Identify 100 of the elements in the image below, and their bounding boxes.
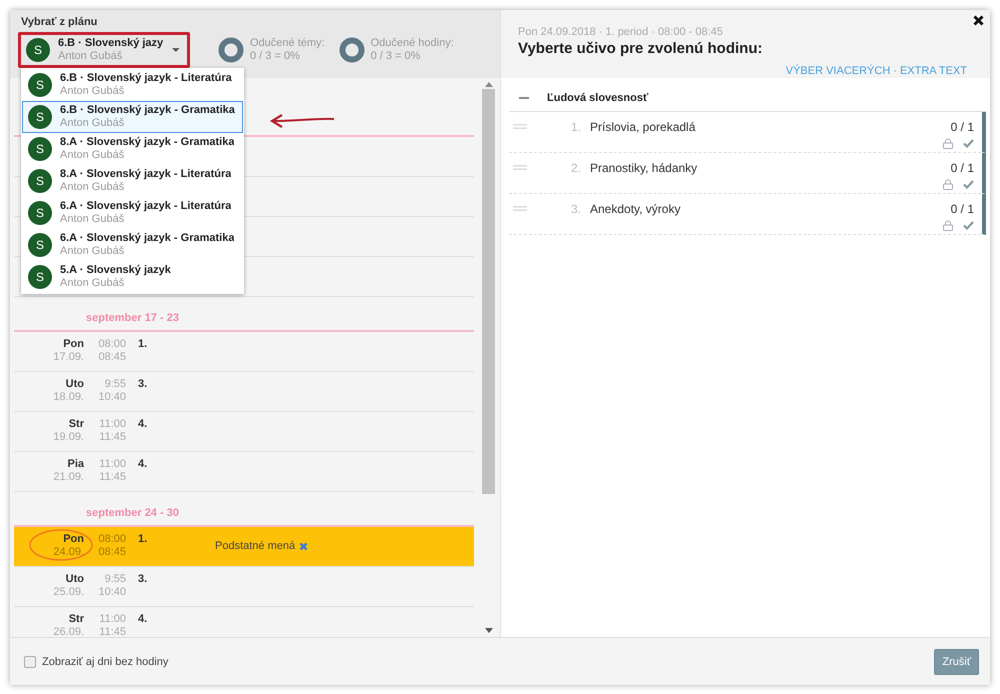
annotation-arrow <box>268 113 336 129</box>
lesson-row[interactable]: Pon 17.09. 08:00 08:45 1. <box>14 332 474 372</box>
day-name: Pia <box>67 458 84 471</box>
scroll-down-icon[interactable] <box>484 628 492 633</box>
end-time: 08:45 <box>98 546 126 559</box>
day-name: Pon <box>63 338 84 351</box>
teacher-name: Anton Gubáš <box>60 277 126 290</box>
period-number: 4. <box>138 418 148 432</box>
dropdown-option[interactable]: S 6.A · Slovenský jazyk - Literatúra Anton Gubáš <box>22 197 243 229</box>
item-number: 2. <box>570 161 581 177</box>
day-name: Pon <box>63 533 84 546</box>
dropdown-option[interactable]: S 8.A · Slovenský jazyk - Literatúra Anton Gubáš <box>22 165 243 197</box>
dropdown-option[interactable]: S 6.B · Slovenský jazyk - Literatúra Anton Gubáš <box>22 69 243 101</box>
lesson-count: 0 / 1 <box>950 161 974 175</box>
end-time: 10:40 <box>98 586 126 599</box>
subtopic-title: Príslovia, porekadlá <box>590 120 696 136</box>
lesson-date: 21.09. <box>53 471 84 484</box>
option-title: 8.A · Slovenský jazyk - Gramatika <box>60 136 234 149</box>
scrollbar-thumb[interactable] <box>482 89 495 494</box>
stat-value: 0 / 3 = 0% <box>370 50 422 63</box>
stat-value: 0 / 3 = 0% <box>250 50 301 63</box>
teacher-name: Anton Gubáš <box>60 85 126 98</box>
period-number: 3. <box>138 378 148 392</box>
end-time: 11:45 <box>99 431 126 444</box>
week-label: september 17 - 23 <box>86 312 179 324</box>
teacher-name: Anton Gubáš <box>60 181 126 194</box>
week-label: september 24 - 30 <box>86 507 179 519</box>
option-title: 6.B · Slovenský jazyk - Literatúra <box>60 72 232 85</box>
annotation-ellipse <box>28 528 94 562</box>
day-name: Str <box>68 418 84 431</box>
lesson-topic: Podstatné mená <box>215 540 296 553</box>
selected-plan-title: 6.B · Slovenský jazy <box>58 37 164 50</box>
lock-icon[interactable] <box>943 138 953 149</box>
lesson-row[interactable]: Pia 21.09. 11:00 11:45 4. <box>14 452 474 492</box>
dropdown-option[interactable]: S 6.B · Slovenský jazyk - Gramatika Anton Gubáš <box>22 101 243 133</box>
option-title: 6.B · Slovenský jazyk - Gramatika <box>60 104 235 117</box>
drag-handle-icon[interactable] <box>513 206 527 211</box>
start-time: 08:00 <box>98 533 126 546</box>
drag-handle-icon[interactable] <box>513 165 527 170</box>
avatar-icon: S <box>28 169 52 193</box>
start-time: 11:00 <box>99 418 126 431</box>
check-icon[interactable] <box>963 221 974 230</box>
end-time: 11:45 <box>99 626 126 637</box>
lesson-count: 0 / 1 <box>950 120 974 134</box>
progress-ring-icon <box>218 37 244 63</box>
period-number: 1. <box>138 338 148 352</box>
lesson-row[interactable]: Uto 25.09. 9:55 10:40 3. <box>14 567 474 607</box>
end-time: 08:45 <box>98 351 126 364</box>
show-days-checkbox[interactable]: Zobraziť aj dni bez hodiny <box>24 656 168 668</box>
lock-icon[interactable] <box>943 220 953 231</box>
stat-label: Odučené hodiny: <box>370 37 454 50</box>
drag-handle-icon[interactable] <box>513 124 527 129</box>
dropdown-option[interactable]: S 6.A · Slovenský jazyk - Gramatika Anton Gubáš <box>22 229 243 261</box>
end-time: 11:45 <box>99 471 126 484</box>
start-time: 11:00 <box>99 613 126 626</box>
lock-icon[interactable] <box>943 179 953 190</box>
dropdown-option[interactable]: S 8.A · Slovenský jazyk - Gramatika Anton Gubáš <box>22 133 243 165</box>
avatar-icon: S <box>28 201 52 225</box>
lesson-date: 19.09. <box>53 431 84 444</box>
remove-icon[interactable] <box>299 542 308 551</box>
day-name: Str <box>68 613 84 626</box>
teacher-name: Anton Gubáš <box>58 50 124 63</box>
dropdown-option[interactable]: S 5.A · Slovenský jazyk Anton Gubáš <box>22 261 243 293</box>
lesson-row[interactable]: Uto 18.09. 9:55 10:40 3. <box>14 372 474 412</box>
period-number: 3. <box>138 573 148 587</box>
check-icon[interactable] <box>963 139 974 148</box>
item-number: 1. <box>570 120 581 136</box>
topic-title: Ľudová slovesnosť <box>547 92 648 104</box>
period-number: 4. <box>138 458 148 472</box>
avatar-icon: S <box>26 38 50 62</box>
day-name: Uto <box>66 573 84 586</box>
option-title: 5.A · Slovenský jazyk <box>60 264 171 277</box>
end-time: 10:40 <box>98 391 126 404</box>
teacher-name: Anton Gubáš <box>60 213 126 226</box>
lesson-count: 0 / 1 <box>950 202 974 216</box>
check-icon[interactable] <box>963 180 974 189</box>
close-icon[interactable] <box>973 15 984 26</box>
avatar-icon: S <box>28 105 52 129</box>
plan-selector[interactable]: S 6.B · Slovenský jazy Anton Gubáš <box>26 36 184 64</box>
item-number: 3. <box>570 202 581 218</box>
caret-icon <box>172 48 180 52</box>
scroll-up-icon[interactable] <box>484 82 492 87</box>
lesson-info: Pon 24.09.2018 · 1. period · 08:00 - 08:45 <box>518 26 724 38</box>
lesson-date: 18.09. <box>53 391 84 404</box>
progress-ring-icon <box>338 37 365 63</box>
start-time: 08:00 <box>98 338 126 351</box>
lesson-row[interactable]: Pon 24.09. 08:00 08:45 1. Podstatné mená <box>14 527 474 567</box>
subtopic-title: Anekdoty, výroky <box>590 202 682 218</box>
avatar-icon: S <box>28 233 52 257</box>
lesson-row[interactable]: Str 26.09. 11:00 11:45 4. <box>14 607 474 637</box>
start-time: 9:55 <box>104 573 126 586</box>
day-name: Uto <box>66 378 84 391</box>
stat-label: Odučené témy: <box>250 37 325 50</box>
teacher-name: Anton Gubáš <box>60 245 126 258</box>
subtopic-title: Pranostiky, hádanky <box>590 161 698 177</box>
panel-title: Vyberte učivo pre zvolenú hodinu: <box>518 40 764 57</box>
link-separator: · <box>893 65 897 77</box>
lesson-date: 25.09. <box>53 586 84 599</box>
teacher-name: Anton Gubáš <box>60 117 126 130</box>
lesson-row[interactable]: Str 19.09. 11:00 11:45 4. <box>14 412 474 452</box>
